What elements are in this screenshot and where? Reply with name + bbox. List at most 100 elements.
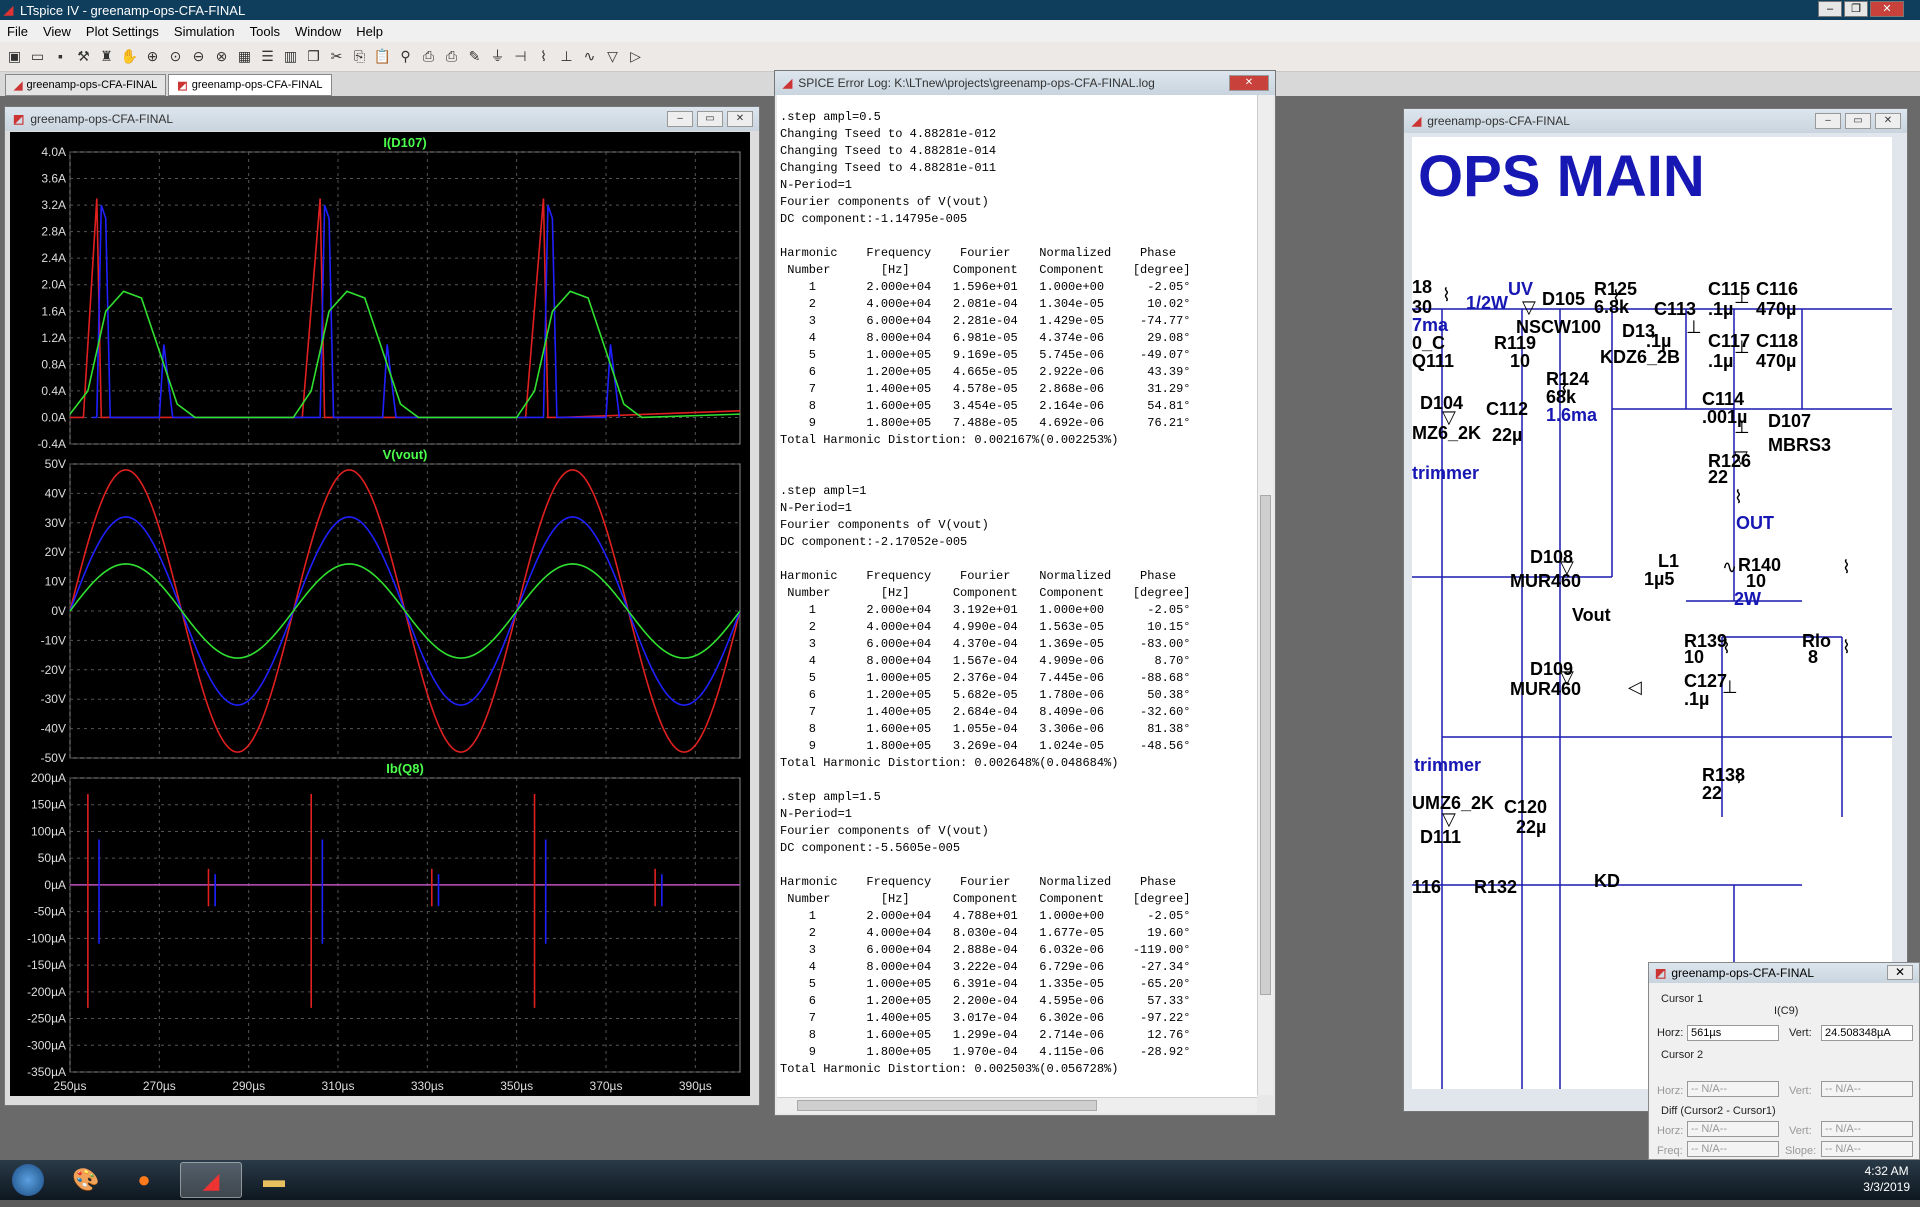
component-icon[interactable]: ▷ <box>625 46 646 67</box>
copy-icon[interactable]: ⎘ <box>349 46 370 67</box>
close-icon[interactable]: ✕ <box>727 111 753 127</box>
capacitor-symbol[interactable]: ⊥ <box>1686 317 1702 338</box>
horizontal-scrollbar[interactable] <box>777 1097 1257 1113</box>
component-label: R132 <box>1474 877 1518 897</box>
inductor-icon[interactable]: ∿ <box>579 46 600 67</box>
minimize-icon[interactable]: – <box>1815 113 1841 129</box>
ground-icon[interactable]: ⏚ <box>487 46 508 67</box>
folder-icon: ▬ <box>263 1167 285 1192</box>
vertical-scrollbar[interactable] <box>1257 95 1273 1095</box>
cut-icon[interactable]: ✂ <box>326 46 347 67</box>
new-schematic-icon[interactable]: ▣ <box>4 46 25 67</box>
menu-plot-settings[interactable]: Plot Settings <box>86 24 159 39</box>
minimize-icon[interactable]: – <box>1818 1 1842 17</box>
print-icon[interactable]: ⎙ <box>441 46 462 67</box>
zoom-pan-icon[interactable]: ⊙ <box>165 46 186 67</box>
open-icon[interactable]: ▭ <box>27 46 48 67</box>
label-net-icon[interactable]: ⊣ <box>510 46 531 67</box>
maximize-icon[interactable]: ▭ <box>1845 113 1871 129</box>
close-icon[interactable]: ✕ <box>1870 1 1904 17</box>
tile-vertical-icon[interactable]: ▥ <box>280 46 301 67</box>
resistor-symbol[interactable]: ⌇ <box>1842 637 1851 658</box>
close-icon[interactable]: ✕ <box>1229 75 1269 91</box>
resistor-symbol[interactable]: ⌇ <box>1722 637 1731 658</box>
maximize-icon[interactable]: ▭ <box>697 111 723 127</box>
capacitor-symbol[interactable]: ⊥ <box>1734 417 1750 438</box>
capacitor-icon[interactable]: ⊥ <box>556 46 577 67</box>
menu-file[interactable]: File <box>7 24 28 39</box>
component-label: 18 <box>1412 277 1433 297</box>
resistor-symbol[interactable]: ⌇ <box>1734 767 1743 788</box>
cursor1-horz-field[interactable]: 561µs <box>1687 1025 1779 1041</box>
run-icon[interactable]: ♜ <box>96 46 117 67</box>
diode-symbol[interactable]: ▽ <box>1522 297 1536 318</box>
y-tick-label: -40V <box>41 722 66 736</box>
log-text[interactable]: .step ampl=0.5 Changing Tseed to 4.88281e… <box>777 95 1257 1105</box>
resistor-symbol[interactable]: ⌇ <box>1612 287 1621 308</box>
diode-symbol[interactable]: ▽ <box>1560 557 1574 578</box>
resistor-symbol[interactable]: ⌇ <box>1442 285 1451 306</box>
zoom-out-icon[interactable]: ⊖ <box>188 46 209 67</box>
zoom-fit-icon[interactable]: ⊗ <box>211 46 232 67</box>
ground-symbol[interactable]: ◁ <box>1628 677 1642 698</box>
log-line: 1 2.000e+04 3.192e+01 1.000e+00 -2.05° <box>780 603 1191 617</box>
scroll-thumb[interactable] <box>1260 495 1271 995</box>
capacitor-symbol[interactable]: ⊥ <box>1722 677 1738 698</box>
freq-label: Freq: <box>1657 1145 1683 1157</box>
schematic-canvas[interactable]: OPS MAIN 18 30 1/2W UV D105 R125 6.8k C113 C115.… <box>1412 137 1892 1089</box>
print-setup-icon[interactable]: ⎙ <box>418 46 439 67</box>
taskbar-app-paint[interactable]: 🎨 <box>60 1162 112 1198</box>
diode-icon[interactable]: ▽ <box>602 46 623 67</box>
waveform-plot-area[interactable]: I(D107) 4.0A 3.6A 3.2A 2.8A 2.4A 2.0A 1.6A 1.2A 0… <box>10 132 750 1096</box>
cursor2-vert-field[interactable]: -- N/A-- <box>1821 1081 1913 1097</box>
tile-horizontal-icon[interactable]: ☰ <box>257 46 278 67</box>
diff-freq-field[interactable]: -- N/A-- <box>1687 1141 1779 1157</box>
taskbar-app-ltspice[interactable]: ◢ <box>180 1162 242 1198</box>
control-panel-icon[interactable]: ⚒ <box>73 46 94 67</box>
start-button[interactable] <box>2 1162 54 1198</box>
menu-simulation[interactable]: Simulation <box>174 24 235 39</box>
find-icon[interactable]: ⚲ <box>395 46 416 67</box>
restore-icon[interactable]: ❐ <box>1844 1 1868 17</box>
diff-horz-field[interactable]: -- N/A-- <box>1687 1121 1779 1137</box>
diff-slope-field[interactable]: -- N/A-- <box>1821 1141 1913 1157</box>
menu-window[interactable]: Window <box>295 24 341 39</box>
menu-view[interactable]: View <box>43 24 71 39</box>
minimize-icon[interactable]: – <box>667 111 693 127</box>
capacitor-symbol[interactable]: ⊥ <box>1734 337 1750 358</box>
resistor-symbol[interactable]: ⌇ <box>1734 487 1743 508</box>
tab-waveform[interactable]: ◩ greenamp-ops-CFA-FINAL <box>168 74 332 96</box>
taskbar-app-explorer[interactable]: ▬ <box>248 1162 300 1198</box>
diff-vert-field[interactable]: -- N/A-- <box>1821 1121 1913 1137</box>
autorange-icon[interactable]: ▦ <box>234 46 255 67</box>
capacitor-symbol[interactable]: ⊥ <box>1734 287 1750 308</box>
cascade-icon[interactable]: ❐ <box>303 46 324 67</box>
menu-tools[interactable]: Tools <box>250 24 280 39</box>
save-icon[interactable]: ▪ <box>50 46 71 67</box>
tab-schematic[interactable]: ◢ greenamp-ops-CFA-FINAL <box>5 74 167 96</box>
cursor2-horz-field[interactable]: -- N/A-- <box>1687 1081 1779 1097</box>
resistor-symbol[interactable]: ⌇ <box>1842 557 1851 578</box>
log-line: 7 1.400e+05 4.578e-05 2.868e-06 31.29° <box>780 382 1191 396</box>
diode-symbol[interactable]: ▽ <box>1442 407 1456 428</box>
diode-symbol[interactable]: ▽ <box>1734 447 1748 468</box>
halt-icon[interactable]: ✋ <box>119 46 140 67</box>
draw-wire-icon[interactable]: ✎ <box>464 46 485 67</box>
y-tick-label: 1.6A <box>41 304 66 318</box>
paste-icon[interactable]: 📋 <box>372 46 393 67</box>
scroll-thumb[interactable] <box>797 1100 1097 1111</box>
resistor-icon[interactable]: ⌇ <box>533 46 554 67</box>
cursor1-vert-field[interactable]: 24.508348µA <box>1821 1025 1913 1041</box>
resistor-symbol[interactable]: ⌇ <box>1560 377 1569 398</box>
diode-symbol[interactable]: ▽ <box>1442 809 1456 830</box>
close-icon[interactable]: ✕ <box>1887 965 1913 980</box>
system-clock[interactable]: 4:32 AM 3/3/2019 <box>1863 1163 1910 1195</box>
inductor-symbol[interactable]: ∿ <box>1722 557 1737 578</box>
y-tick-label: -300µA <box>27 1038 66 1052</box>
taskbar-app-firefox[interactable]: ● <box>118 1162 170 1198</box>
close-icon[interactable]: ✕ <box>1875 113 1901 129</box>
log-line: 8 1.600e+05 1.055e-04 3.306e-06 81.38° <box>780 722 1191 736</box>
zoom-in-icon[interactable]: ⊕ <box>142 46 163 67</box>
menu-help[interactable]: Help <box>356 24 383 39</box>
diode-symbol[interactable]: ▽ <box>1560 667 1574 688</box>
